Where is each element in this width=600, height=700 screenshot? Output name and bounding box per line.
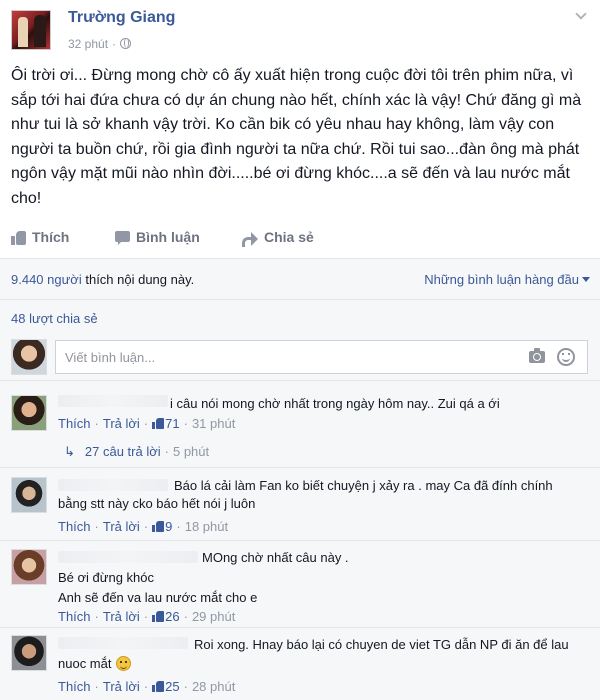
meta-sep: ·: [143, 609, 149, 624]
comment-like-link[interactable]: Thích: [58, 609, 91, 624]
meta-sep: ·: [94, 519, 99, 534]
meta-sep: ·: [164, 444, 169, 459]
post-time[interactable]: 32 phút: [68, 37, 108, 51]
meta-sep: ·: [94, 679, 99, 694]
meta-sep: ·: [176, 519, 181, 534]
comment-reply-link[interactable]: Trả lời: [103, 416, 140, 431]
comment-input[interactable]: Viết bình luận...: [55, 340, 588, 374]
thumbs-up-icon: [152, 520, 165, 532]
caret-down-icon: [582, 277, 590, 282]
like-icon: [11, 230, 26, 245]
likes-suffix: thích nội dung này.: [81, 272, 195, 287]
like-label: Thích: [32, 229, 70, 245]
commenter-avatar[interactable]: [11, 635, 47, 671]
smiley-icon[interactable]: [557, 348, 575, 366]
comment-time[interactable]: 18 phút: [185, 519, 228, 534]
comment-likes-count: 71: [165, 416, 180, 431]
comment-text-content: Roi xong. Hnay báo lại có chuyen de viet…: [58, 637, 569, 671]
like-button[interactable]: Thích: [11, 229, 69, 245]
comment-likes-count: 9: [165, 519, 173, 534]
composer-avatar: [11, 339, 47, 375]
meta-sep: ·: [183, 679, 188, 694]
comment-reply-link[interactable]: Trả lời: [103, 519, 140, 534]
commenter-avatar[interactable]: [11, 549, 47, 585]
comment-reply-link[interactable]: Trả lời: [103, 609, 140, 624]
share-button[interactable]: Chia sẻ: [242, 229, 314, 247]
comment-like-link[interactable]: Thích: [58, 416, 91, 431]
globe-icon: [120, 38, 132, 49]
comment-button[interactable]: Bình luận: [115, 229, 200, 245]
post-text: Ôi trời ơi... Đừng mong chờ cô ấy xuất h…: [11, 67, 582, 207]
replies-time: 5 phút: [172, 444, 210, 459]
comment-text-line1: MOng chờ nhất câu này .: [202, 550, 349, 565]
likes-summary: 9.440 người thích nội dung này.: [11, 272, 194, 287]
meta-sep: ·: [143, 519, 149, 534]
comment-meta: Thích · Trả lời · 26 · 29 phút: [58, 609, 235, 624]
comment-time[interactable]: 28 phút: [192, 679, 235, 694]
meta-sep: ·: [94, 609, 99, 624]
author-avatar[interactable]: [11, 10, 51, 50]
comment-text: Báo lá cải làm Fan ko biết chuyện j xảy …: [58, 478, 553, 511]
commenter-avatar[interactable]: [11, 395, 47, 431]
comment-placeholder: Viết bình luận...: [65, 350, 156, 365]
comment-like-link[interactable]: Thích: [58, 679, 91, 694]
comment-meta: Thích · Trả lời · 25 · 28 phút: [58, 679, 235, 694]
comment-time[interactable]: 31 phút: [192, 416, 235, 431]
comment-likes-count: 26: [165, 609, 180, 624]
thumbs-up-icon: [152, 610, 165, 622]
divider: [0, 299, 600, 300]
comment-like-link[interactable]: Thích: [58, 519, 91, 534]
top-comments-label: Những bình luận hàng đầu: [424, 272, 579, 287]
commenter-name-redacted: [58, 551, 198, 563]
comment-meta: Thích · Trả lời · 9 · 18 phút: [58, 519, 228, 534]
thumbs-up-icon: [152, 417, 165, 429]
comment-likes-count: 25: [165, 679, 180, 694]
comment-text-line2: Bé ơi đừng khóc: [58, 570, 155, 585]
grin-emoji-icon: [116, 656, 132, 671]
comment-text: i câu nói mong chờ nhất trong ngày hôm n…: [170, 396, 500, 411]
divider: [0, 540, 600, 541]
action-bar: Thích Bình luận Chia sẻ: [0, 225, 600, 255]
meta-sep: ·: [183, 416, 188, 431]
camera-icon[interactable]: [529, 348, 545, 363]
replies-count: 27 câu trả lời: [84, 444, 161, 459]
comment-reply-link[interactable]: Trả lời: [103, 679, 140, 694]
comment-likes[interactable]: 25: [152, 679, 180, 694]
divider: [0, 627, 600, 628]
thumbs-up-icon: [152, 680, 165, 692]
view-replies-link[interactable]: ↳ 27 câu trả lời · 5 phút: [64, 444, 209, 460]
likes-count[interactable]: 9.440 người: [11, 272, 82, 287]
divider: [0, 467, 600, 468]
comment-likes[interactable]: 71: [152, 416, 180, 431]
meta-sep: ·: [183, 609, 188, 624]
comment-likes[interactable]: 9: [152, 519, 172, 534]
comment-meta: Thích · Trả lời · 71 · 31 phút: [58, 416, 235, 431]
feedback-section: 9.440 người thích nội dung này. Những bì…: [0, 258, 600, 700]
meta-sep: ·: [94, 416, 99, 431]
author-name[interactable]: Trường Giang: [68, 9, 175, 27]
chevron-down-icon[interactable]: [574, 10, 588, 20]
share-icon: [242, 231, 258, 247]
meta-sep: ·: [143, 679, 149, 694]
comment-text: Roi xong. Hnay báo lại có chuyen de viet…: [58, 635, 588, 673]
commenter-avatar[interactable]: [11, 477, 47, 513]
top-comments-dropdown[interactable]: Những bình luận hàng đầu: [424, 272, 590, 287]
post-header: Trường Giang 32 phút ·: [0, 0, 600, 62]
comment-icon: [115, 231, 130, 245]
share-label: Chia sẻ: [264, 229, 314, 245]
meta-sep: ·: [143, 416, 149, 431]
reply-arrow-icon: ↳: [64, 444, 75, 459]
comment-time[interactable]: 29 phút: [192, 609, 235, 624]
post-meta: 32 phút ·: [68, 37, 132, 51]
comment-likes[interactable]: 26: [152, 609, 180, 624]
shares-count[interactable]: 48 lượt chia sẻ: [11, 311, 98, 326]
meta-dot: ·: [112, 37, 117, 51]
divider: [0, 380, 600, 381]
commenter-name-redacted: [58, 395, 168, 407]
comment-text-line3: Anh sẽ đến va lau nước mắt cho e: [58, 590, 258, 605]
comment-label: Bình luận: [136, 229, 200, 245]
